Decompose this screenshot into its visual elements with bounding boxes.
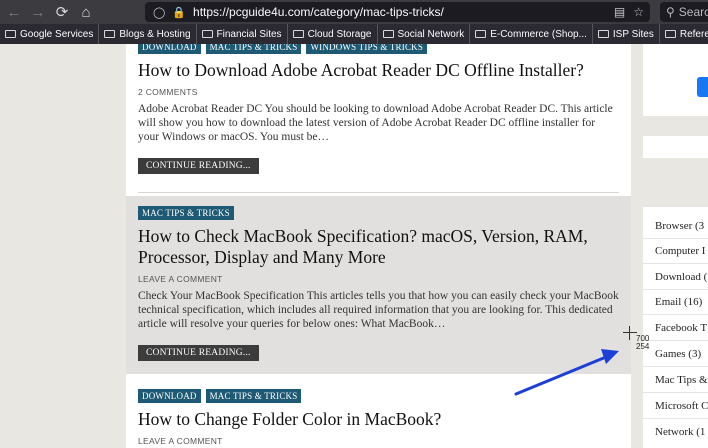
annotation-arrow-icon (514, 349, 619, 396)
